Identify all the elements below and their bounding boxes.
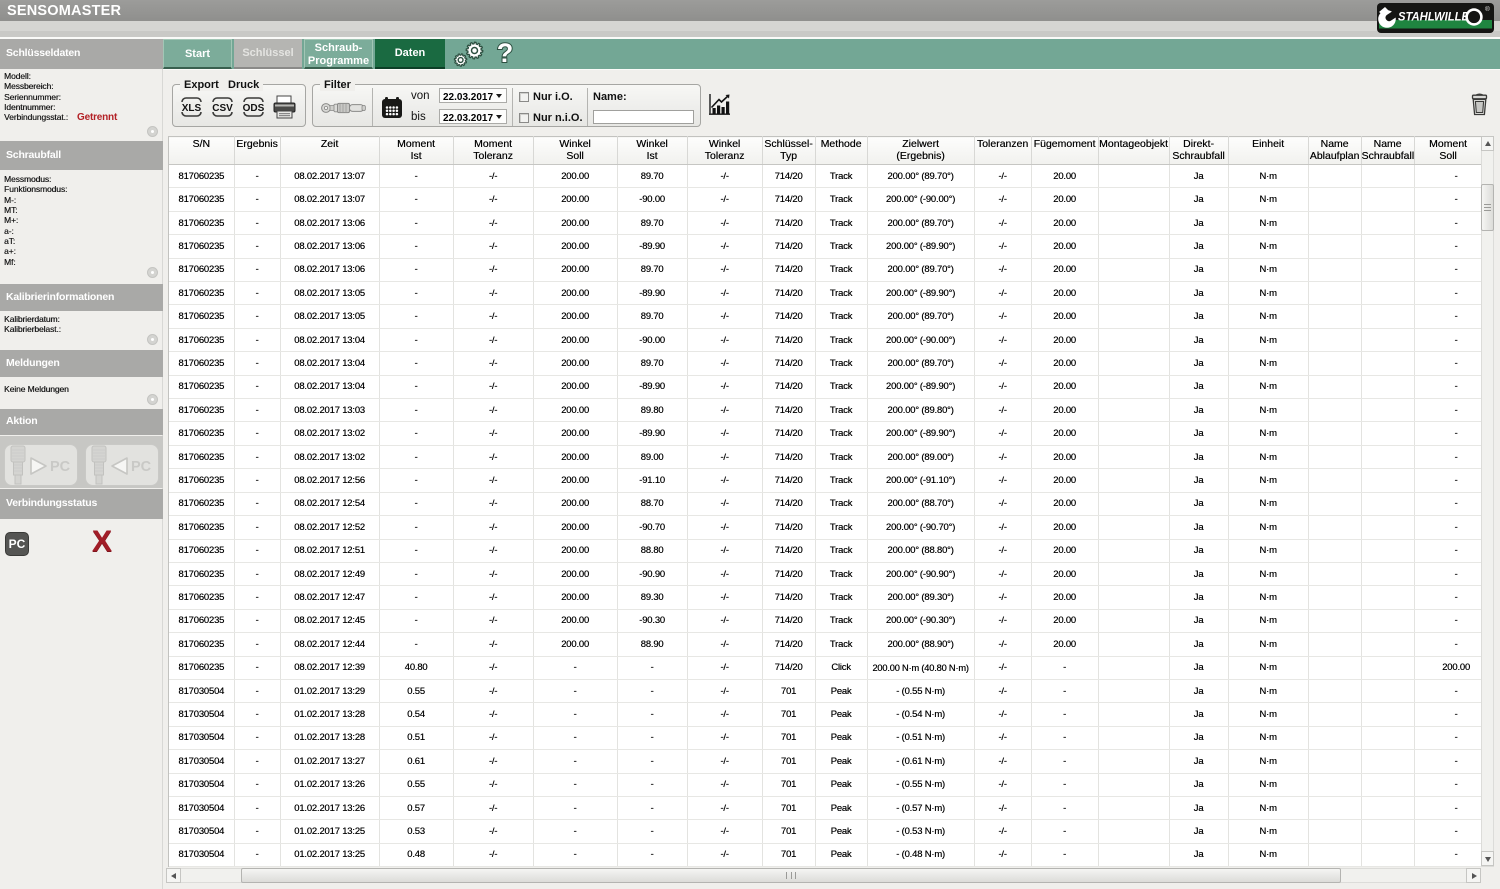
svg-text:®: ® <box>1485 5 1490 13</box>
svg-text:ODS: ODS <box>243 103 265 114</box>
svg-text:PC: PC <box>50 459 71 475</box>
svg-text:PC: PC <box>131 459 152 475</box>
svg-text:STAHLWILLE: STAHLWILLE <box>1398 12 1469 24</box>
svg-text:XLS: XLS <box>182 103 202 114</box>
svg-text:CSV: CSV <box>212 103 233 114</box>
